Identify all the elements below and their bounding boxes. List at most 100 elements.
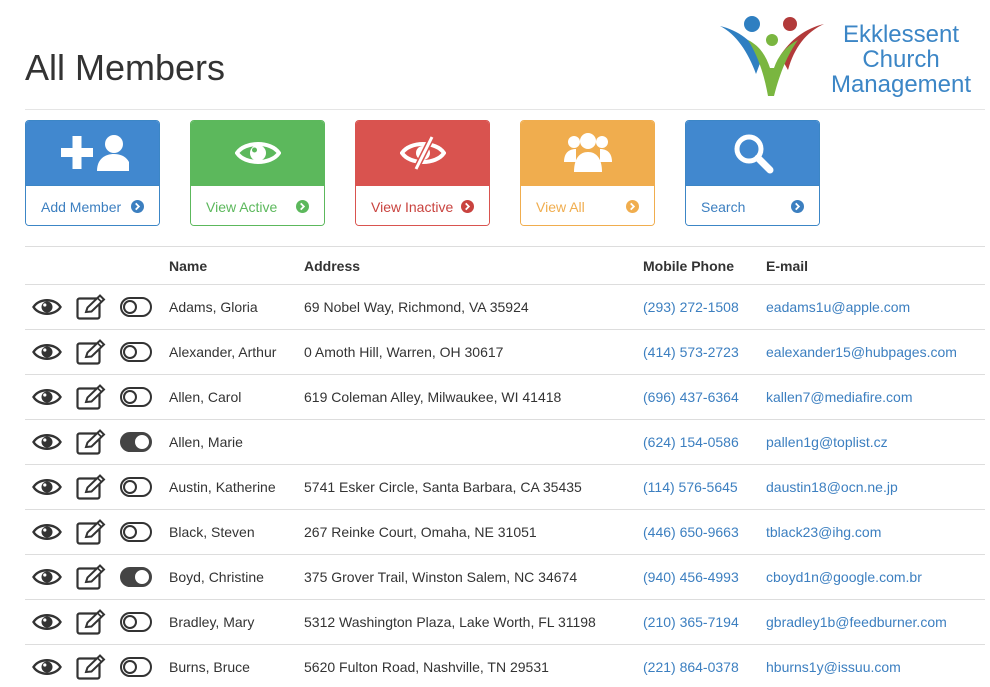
- row-actions: [25, 519, 169, 545]
- member-email-link[interactable]: kallen7@mediafire.com: [766, 374, 985, 420]
- member-phone-link[interactable]: (624) 154-0586: [643, 419, 766, 465]
- view-member-button[interactable]: [32, 296, 62, 318]
- view-member-button[interactable]: [32, 431, 62, 453]
- view-member-button[interactable]: [32, 341, 62, 363]
- active-toggle[interactable]: [120, 477, 152, 497]
- eye-icon: [32, 299, 62, 315]
- arrow-circle-right-icon: [131, 200, 144, 213]
- edit-member-button[interactable]: [76, 609, 106, 635]
- member-name: Burns, Bruce: [169, 644, 304, 687]
- logo-line-1: Ekklessent: [842, 21, 960, 48]
- member-email-link[interactable]: ealexander15@hubpages.com: [766, 329, 985, 375]
- active-toggle[interactable]: [120, 387, 152, 407]
- column-address[interactable]: Address: [304, 246, 643, 285]
- active-toggle[interactable]: [120, 612, 152, 632]
- member-phone-link[interactable]: (293) 272-1508: [643, 284, 766, 330]
- column-mobile-phone[interactable]: Mobile Phone: [643, 246, 766, 285]
- edit-member-button[interactable]: [76, 474, 106, 500]
- member-email-link[interactable]: gbradley1b@feedburner.com: [766, 599, 985, 645]
- table-header-row: Name Address Mobile Phone E-mail: [25, 246, 985, 285]
- church-logo: Ekklessent Church Management: [718, 12, 980, 102]
- member-email-link[interactable]: tblack23@ihg.com: [766, 509, 985, 555]
- member-address: 267 Reinke Court, Omaha, NE 31051: [304, 509, 643, 555]
- member-phone-link[interactable]: (210) 365-7194: [643, 599, 766, 645]
- header-divider: [25, 109, 985, 110]
- member-email-link[interactable]: cboyd1n@google.com.br: [766, 554, 985, 600]
- toggle-knob: [123, 300, 137, 314]
- member-phone-link[interactable]: (940) 456-4993: [643, 554, 766, 600]
- table-row: Adams, Gloria 69 Nobel Way, Richmond, VA…: [25, 284, 985, 330]
- page-header: All Members Ekklessent Church Management: [0, 0, 990, 110]
- view-member-button[interactable]: [32, 476, 62, 498]
- table-row: Bradley, Mary 5312 Washington Plaza, Lak…: [25, 599, 985, 645]
- member-address: 0 Amoth Hill, Warren, OH 30617: [304, 329, 643, 375]
- active-toggle[interactable]: [120, 342, 152, 362]
- toggle-knob: [135, 570, 149, 584]
- column-name[interactable]: Name: [169, 246, 304, 285]
- active-toggle[interactable]: [120, 522, 152, 542]
- edit-member-button[interactable]: [76, 429, 106, 455]
- table-row: Allen, Carol 619 Coleman Alley, Milwauke…: [25, 374, 985, 420]
- member-phone-link[interactable]: (414) 573-2723: [643, 329, 766, 375]
- member-email-link[interactable]: pallen1g@toplist.cz: [766, 419, 985, 465]
- member-address: 5620 Fulton Road, Nashville, TN 29531: [304, 644, 643, 687]
- member-email-link[interactable]: daustin18@ocn.ne.jp: [766, 464, 985, 510]
- member-name: Allen, Carol: [169, 374, 304, 420]
- toggle-knob: [123, 660, 137, 674]
- eye-icon: [32, 479, 62, 495]
- active-toggle[interactable]: [120, 657, 152, 677]
- member-name: Adams, Gloria: [169, 284, 304, 330]
- active-toggle[interactable]: [120, 297, 152, 317]
- eye-icon: [32, 389, 62, 405]
- row-actions: [25, 609, 169, 635]
- table-body: Adams, Gloria 69 Nobel Way, Richmond, VA…: [25, 284, 985, 687]
- member-name: Allen, Marie: [169, 419, 304, 465]
- edit-icon: [76, 654, 106, 680]
- eye-icon: [32, 524, 62, 540]
- edit-icon: [76, 609, 106, 635]
- member-phone-link[interactable]: (221) 864-0378: [643, 644, 766, 687]
- view-member-button[interactable]: [32, 521, 62, 543]
- member-email-link[interactable]: hburns1y@issuu.com: [766, 644, 985, 687]
- table-row: Burns, Bruce 5620 Fulton Road, Nashville…: [25, 644, 985, 687]
- column-email[interactable]: E-mail: [766, 246, 985, 285]
- table-row: Allen, Marie (624) 154-0586 pallen1g@top…: [25, 419, 985, 465]
- edit-member-button[interactable]: [76, 339, 106, 365]
- member-email-link[interactable]: eadams1u@apple.com: [766, 284, 985, 330]
- member-phone-link[interactable]: (446) 650-9663: [643, 509, 766, 555]
- member-address: [304, 419, 643, 465]
- search-button[interactable]: Search: [685, 120, 820, 226]
- member-address: 69 Nobel Way, Richmond, VA 35924: [304, 284, 643, 330]
- eye-icon: [32, 659, 62, 675]
- member-phone-link[interactable]: (114) 576-5645: [643, 464, 766, 510]
- eye-slash-icon: [399, 135, 446, 171]
- logo-line-2: Church: [862, 46, 940, 73]
- row-actions: [25, 429, 169, 455]
- arrow-circle-right-icon: [791, 200, 804, 213]
- edit-member-button[interactable]: [76, 384, 106, 410]
- view-member-button[interactable]: [32, 611, 62, 633]
- edit-member-button[interactable]: [76, 654, 106, 680]
- logo-text: Ekklessent Church Management: [824, 22, 978, 97]
- edit-member-button[interactable]: [76, 294, 106, 320]
- add-member-button[interactable]: Add Member: [25, 120, 160, 226]
- toggle-knob: [123, 615, 137, 629]
- view-member-button[interactable]: [32, 566, 62, 588]
- edit-member-button[interactable]: [76, 564, 106, 590]
- active-toggle[interactable]: [120, 432, 152, 452]
- view-active-button[interactable]: View Active: [190, 120, 325, 226]
- active-toggle[interactable]: [120, 567, 152, 587]
- row-actions: [25, 474, 169, 500]
- edit-icon: [76, 474, 106, 500]
- view-inactive-button[interactable]: View Inactive: [355, 120, 490, 226]
- toggle-knob: [123, 390, 137, 404]
- view-member-button[interactable]: [32, 386, 62, 408]
- edit-icon: [76, 519, 106, 545]
- edit-member-button[interactable]: [76, 519, 106, 545]
- members-table: Name Address Mobile Phone E-mail Adams, …: [25, 246, 985, 687]
- member-phone-link[interactable]: (696) 437-6364: [643, 374, 766, 420]
- member-name: Alexander, Arthur: [169, 329, 304, 375]
- view-member-button[interactable]: [32, 656, 62, 678]
- view-all-button[interactable]: View All: [520, 120, 655, 226]
- view-inactive-label: View Inactive: [371, 198, 454, 215]
